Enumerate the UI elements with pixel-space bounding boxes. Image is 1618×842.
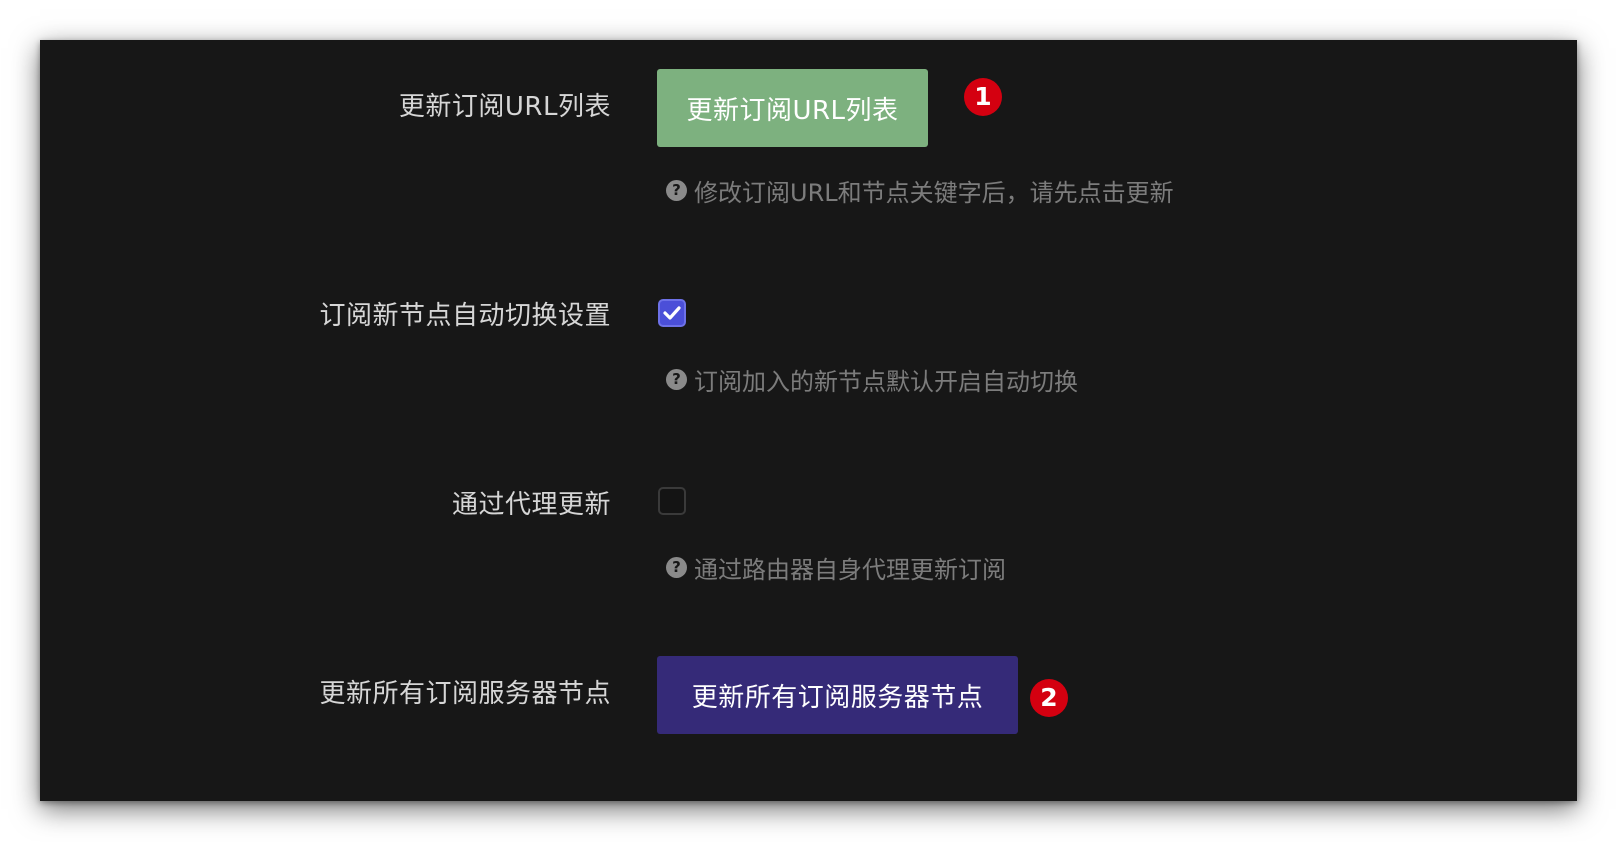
update-all-nodes-button[interactable]: 更新所有订阅服务器节点 xyxy=(657,656,1018,734)
update-via-proxy-checkbox[interactable] xyxy=(658,487,686,515)
question-circle-icon: ? xyxy=(666,557,687,578)
update-all-nodes-label: 更新所有订阅服务器节点 xyxy=(319,679,611,709)
checkmark-icon xyxy=(663,306,681,320)
update-url-list-hint: ? 修改订阅URL和节点关键字后，请先点击更新 xyxy=(666,173,1174,208)
update-via-proxy-hint-text: 通过路由器自身代理更新订阅 xyxy=(694,556,1006,584)
question-circle-icon: ? xyxy=(666,369,687,390)
question-circle-icon: ? xyxy=(666,180,687,201)
auto-switch-new-nodes-hint-text: 订阅加入的新节点默认开启自动切换 xyxy=(694,368,1078,396)
update-url-list-button[interactable]: 更新订阅URL列表 xyxy=(657,69,928,147)
update-via-proxy-hint: ? 通过路由器自身代理更新订阅 xyxy=(666,550,1006,585)
settings-panel: 更新订阅URL列表 更新订阅URL列表 1 ? 修改订阅URL和节点关键字后，请… xyxy=(40,40,1577,801)
update-via-proxy-label: 通过代理更新 xyxy=(451,490,611,520)
annotation-marker-2: 2 xyxy=(1030,679,1068,717)
auto-switch-new-nodes-checkbox[interactable] xyxy=(658,299,686,327)
update-url-list-hint-text: 修改订阅URL和节点关键字后，请先点击更新 xyxy=(694,179,1174,207)
update-url-list-label: 更新订阅URL列表 xyxy=(398,92,611,122)
auto-switch-new-nodes-hint: ? 订阅加入的新节点默认开启自动切换 xyxy=(666,362,1078,397)
auto-switch-new-nodes-label: 订阅新节点自动切换设置 xyxy=(319,301,611,331)
annotation-marker-1: 1 xyxy=(964,78,1002,116)
